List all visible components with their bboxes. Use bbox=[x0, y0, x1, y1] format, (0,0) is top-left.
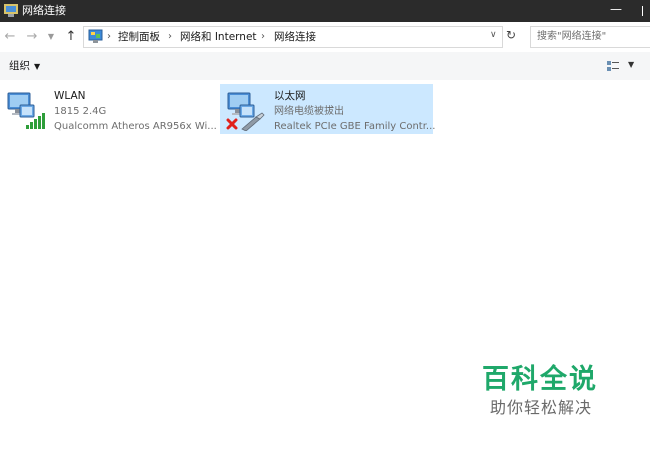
address-row: ← → ▼ ↑ › 控制面板 › 网络和 Internet › 网络连接 ∨ ↻ bbox=[0, 22, 650, 52]
change-view-icon[interactable] bbox=[606, 59, 620, 73]
title-bar: 网络连接 — bbox=[0, 0, 650, 22]
breadcrumb-network-connections[interactable]: 网络连接 bbox=[274, 30, 316, 44]
watermark-subtitle: 助你轻松解决 bbox=[490, 398, 593, 417]
connection-adapter: Realtek PCIe GBE Family Contr... bbox=[274, 121, 436, 132]
view-options-caret-icon[interactable]: ▼ bbox=[628, 60, 634, 69]
breadcrumb-separator-icon[interactable]: › bbox=[168, 30, 172, 44]
connection-item-ethernet[interactable]: 以太网 网络电缆被拔出 Realtek PCIe GBE Family Cont… bbox=[220, 84, 436, 134]
window-title: 网络连接 bbox=[22, 4, 66, 17]
connection-item-wlan[interactable]: WLAN 1815 2.4G Qualcomm Atheros AR956x W… bbox=[0, 84, 217, 134]
connection-status: 1815 2.4G bbox=[54, 106, 107, 117]
control-panel-icon bbox=[88, 29, 103, 43]
breadcrumb-network-internet[interactable]: 网络和 Internet bbox=[180, 30, 257, 44]
connection-status: 网络电缆被拔出 bbox=[274, 106, 344, 117]
wifi-adapter-icon bbox=[7, 92, 45, 129]
breadcrumb-separator-icon[interactable]: › bbox=[107, 30, 111, 44]
network-connections-icon bbox=[4, 4, 18, 17]
search-input[interactable] bbox=[531, 27, 647, 45]
refresh-icon[interactable]: ↻ bbox=[506, 28, 516, 42]
ethernet-adapter-icon bbox=[226, 92, 265, 131]
organize-label: 组织 bbox=[9, 60, 30, 72]
back-arrow-icon[interactable]: ← bbox=[3, 29, 17, 45]
maximize-button[interactable] bbox=[642, 6, 650, 16]
watermark-title: 百科全说 bbox=[482, 364, 598, 395]
search-box[interactable] bbox=[530, 26, 650, 48]
breadcrumb-control-panel[interactable]: 控制面板 bbox=[118, 30, 160, 44]
minimize-button[interactable]: — bbox=[604, 0, 628, 22]
up-arrow-icon[interactable]: ↑ bbox=[64, 29, 78, 45]
connection-name: 以太网 bbox=[274, 90, 306, 102]
address-dropdown-chevron-icon[interactable]: ∨ bbox=[490, 30, 497, 40]
caret-down-icon: ▼ bbox=[34, 62, 41, 71]
command-bar: 组织 ▼ ▼ bbox=[0, 52, 650, 80]
address-bar[interactable]: › 控制面板 › 网络和 Internet › 网络连接 ∨ bbox=[83, 26, 503, 48]
recent-locations-chevron-icon[interactable]: ▼ bbox=[46, 29, 56, 45]
breadcrumb-separator-icon[interactable]: › bbox=[261, 30, 265, 44]
organize-menu-button[interactable]: 组织 ▼ bbox=[9, 59, 40, 74]
forward-arrow-icon[interactable]: → bbox=[25, 29, 39, 45]
connection-name: WLAN bbox=[54, 90, 86, 102]
connection-adapter: Qualcomm Atheros AR956x Wi... bbox=[54, 121, 217, 132]
